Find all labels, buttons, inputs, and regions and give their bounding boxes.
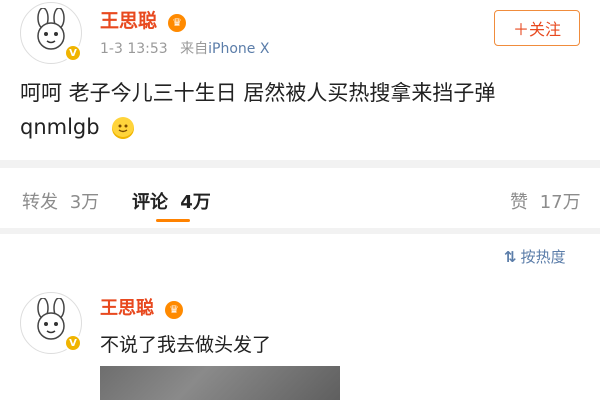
- sort-by-hot-button[interactable]: ⇅ 按热度: [504, 246, 566, 267]
- post-source-prefix: 来自: [180, 41, 209, 57]
- crown-icon: ♛: [168, 13, 187, 32]
- repost-label: 转发: [22, 192, 58, 213]
- comment-tab[interactable]: 评论 4万: [132, 188, 211, 214]
- post-text: 呵呵 老子今儿三十生日 居然被人买热搜拿来挡子弹 qnmlgb: [20, 78, 590, 142]
- active-tab-underline: [156, 219, 190, 222]
- repost-tab[interactable]: 转发 3万: [22, 188, 99, 214]
- smiley-emoji-icon: [112, 117, 135, 139]
- post-time: 1-3 13:53: [100, 41, 168, 57]
- post-source[interactable]: iPhone X: [208, 41, 269, 57]
- follow-button-label: ＋关注: [512, 20, 561, 39]
- like-count: 17万: [539, 192, 581, 213]
- crown-icon: ♛: [165, 300, 184, 319]
- verified-badge-icon: V: [64, 44, 82, 62]
- section-divider: [0, 160, 600, 168]
- post-meta: 1-3 13:53 来自iPhone X: [100, 38, 269, 58]
- sort-label: 按热度: [520, 248, 566, 266]
- post-author-name[interactable]: 王思聪: [100, 10, 157, 32]
- post-text-line2: qnmlgb: [20, 115, 100, 139]
- comment-label: 评论: [132, 192, 168, 213]
- like-tab[interactable]: 赞 17万: [510, 188, 581, 214]
- comment-author-name[interactable]: 王思聪: [100, 298, 154, 319]
- comment-count: 4万: [180, 192, 211, 213]
- stats-divider: [0, 228, 600, 234]
- verified-badge-icon: V: [64, 334, 82, 352]
- follow-button[interactable]: ＋关注: [494, 10, 580, 46]
- repost-count: 3万: [69, 192, 100, 213]
- comment-text: 不说了我去做头发了: [100, 334, 272, 356]
- sort-icon: ⇅: [504, 248, 517, 266]
- like-label: 赞: [510, 192, 528, 213]
- comment-photo[interactable]: [100, 366, 340, 400]
- post-text-line1: 呵呵 老子今儿三十生日 居然被人买热搜拿来挡子弹: [20, 81, 496, 105]
